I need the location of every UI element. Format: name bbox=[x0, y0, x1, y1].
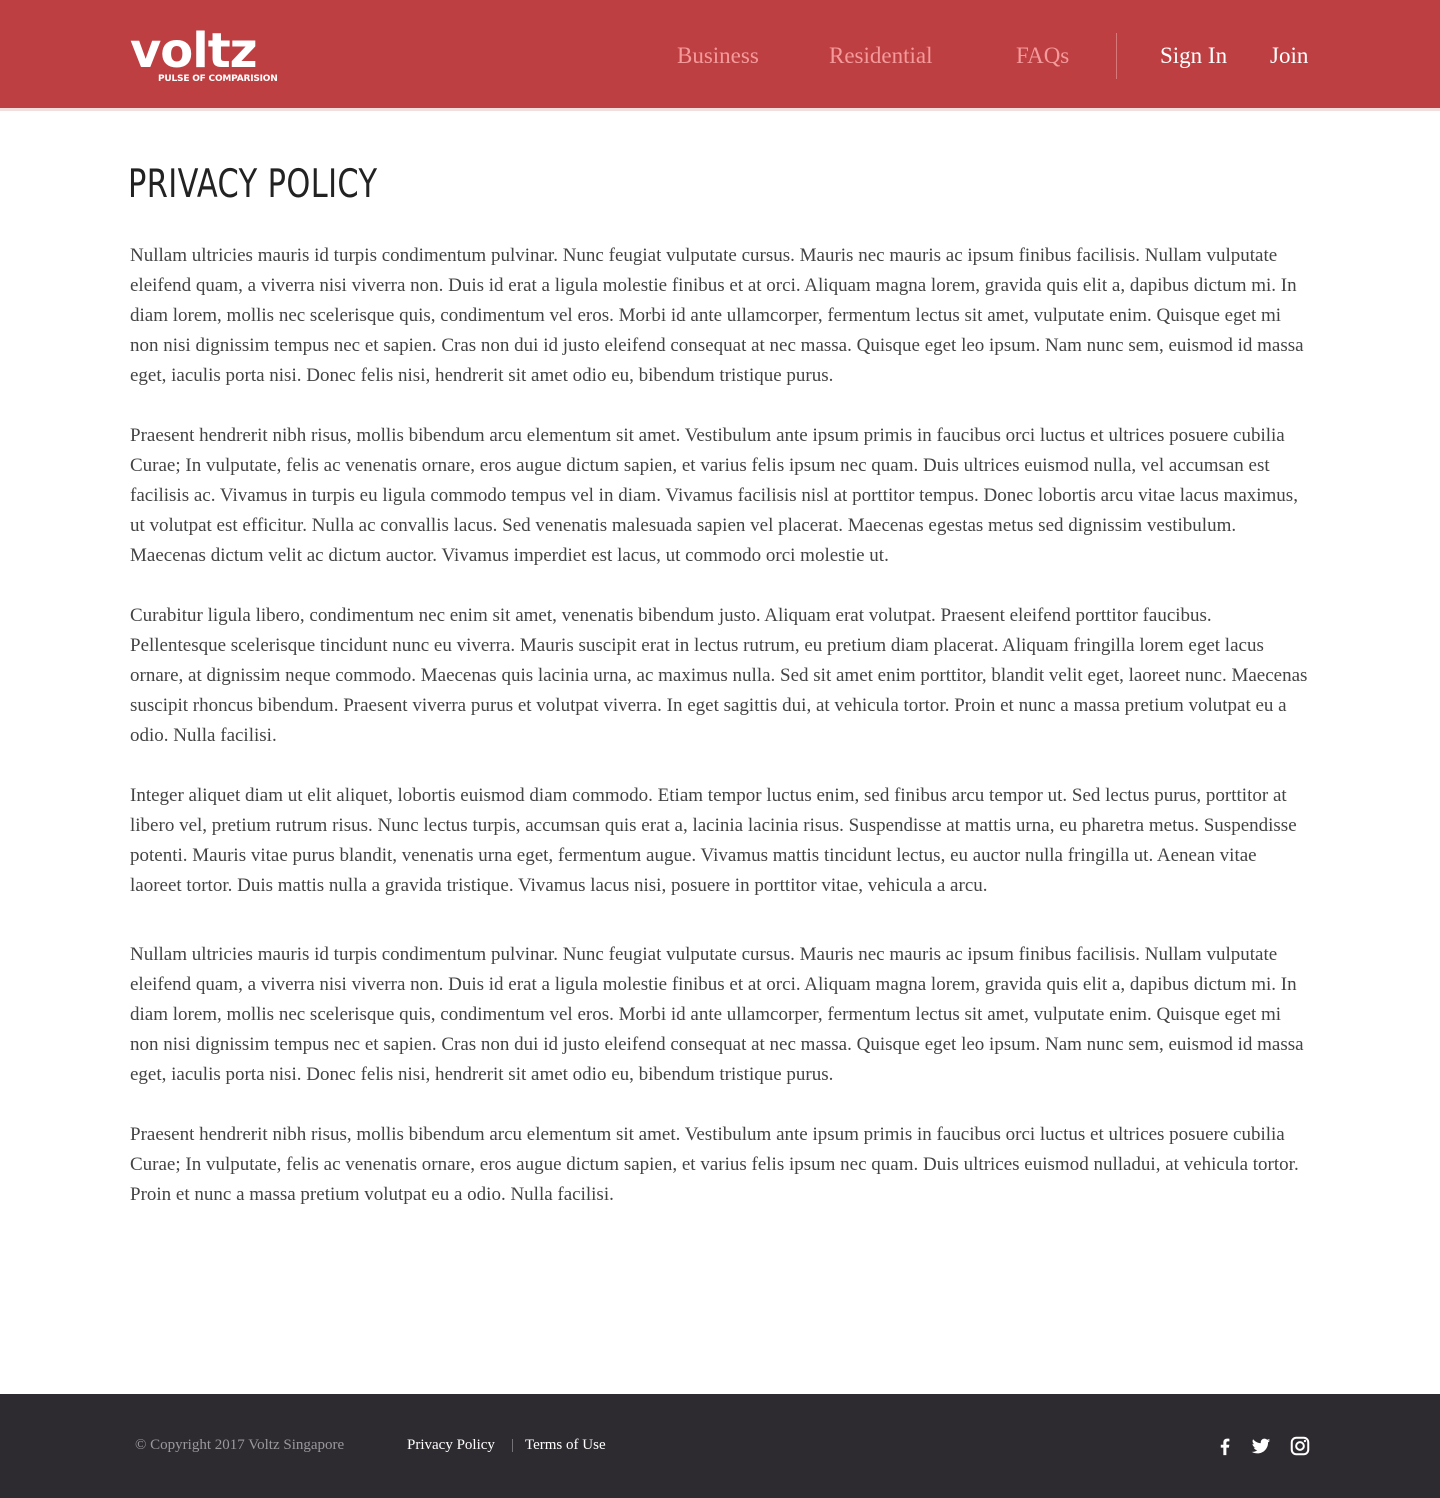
policy-paragraph: Praesent hendrerit nibh risus, mollis bi… bbox=[130, 425, 1298, 566]
instagram-icon[interactable] bbox=[1289, 1435, 1311, 1457]
logo-tagline: PULSE OF COMPARISION bbox=[158, 74, 278, 84]
voltz-logo[interactable]: voltz PULSE OF COMPARISION bbox=[130, 23, 278, 88]
policy-paragraph: Praesent hendrerit nibh risus, mollis bi… bbox=[130, 1124, 1299, 1205]
nav-residential[interactable]: Residential bbox=[829, 42, 932, 70]
nav-business[interactable]: Business bbox=[677, 42, 759, 70]
terms-of-use-link[interactable]: Terms of Use bbox=[525, 1435, 606, 1455]
logo-wordmark: voltz bbox=[130, 23, 258, 79]
join-link[interactable]: Join bbox=[1270, 42, 1308, 70]
footer-link-separator: | bbox=[511, 1437, 515, 1453]
site-footer: © Copyright 2017 Voltz Singapore Privacy… bbox=[0, 1394, 1440, 1498]
facebook-icon[interactable] bbox=[1214, 1435, 1236, 1457]
policy-content: Nullam ultricies mauris id turpis condim… bbox=[130, 241, 1312, 1240]
policy-paragraph: Nullam ultricies mauris id turpis condim… bbox=[130, 944, 1304, 1085]
policy-paragraph: Integer aliquet diam ut elit aliquet, lo… bbox=[130, 785, 1297, 896]
copyright-text: © Copyright 2017 Voltz Singapore bbox=[135, 1437, 345, 1453]
policy-paragraph: Nullam ultricies mauris id turpis condim… bbox=[130, 245, 1304, 386]
page-title: PRIVACY POLICY bbox=[128, 162, 378, 207]
nav-faqs[interactable]: FAQs bbox=[1016, 42, 1069, 70]
twitter-icon[interactable] bbox=[1250, 1435, 1272, 1457]
sign-in-link[interactable]: Sign In bbox=[1160, 42, 1227, 70]
site-header: voltz PULSE OF COMPARISION Business Resi… bbox=[0, 0, 1440, 111]
privacy-policy-link[interactable]: Privacy Policy bbox=[407, 1435, 495, 1455]
policy-paragraph: Curabitur ligula libero, condimentum nec… bbox=[130, 605, 1308, 746]
nav-divider bbox=[1116, 33, 1117, 79]
